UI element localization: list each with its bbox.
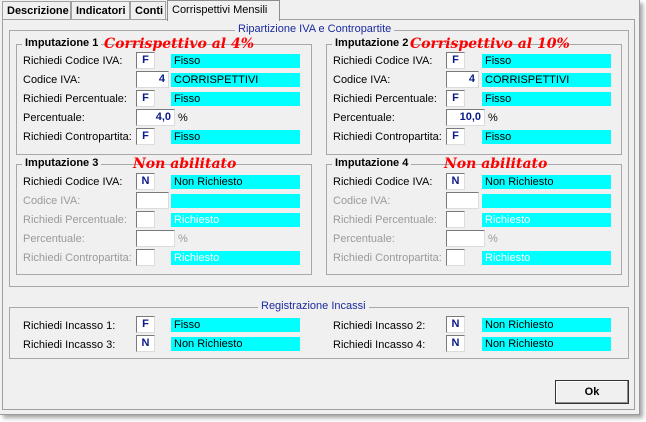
- imp4-richiedi-contro-flag[interactable]: [446, 249, 465, 266]
- imp3-richiedi-contro-flag[interactable]: [136, 249, 155, 266]
- imp4-codice-iva-desc: [482, 194, 611, 208]
- imputazione-4-note: Non abilitato: [444, 156, 548, 172]
- incasso-1-value: Fisso: [171, 318, 300, 332]
- imp3-percentuale-input[interactable]: [136, 230, 175, 247]
- imp2-richiedi-codice-value: Fisso: [482, 54, 611, 68]
- incasso-3-value: Non Richiesto: [171, 337, 300, 351]
- imp2-codice-iva-desc: CORRISPETTIVI: [482, 73, 611, 87]
- tab-descrizione[interactable]: Descrizione: [2, 1, 71, 19]
- imp1-richiedi-contro-flag[interactable]: F: [136, 128, 155, 145]
- imp1-richiedi-contro-value: Fisso: [171, 130, 300, 144]
- imp4-percentuale-label: Percentuale:: [333, 233, 395, 245]
- dialog-window: Descrizione Indicatori Conti Corrispetti…: [0, 0, 640, 415]
- imp2-codice-iva-input[interactable]: 4: [446, 71, 479, 88]
- imp2-percentuale-label: Percentuale:: [333, 112, 395, 124]
- imp1-richiedi-perc-flag[interactable]: F: [136, 90, 155, 107]
- imp2-richiedi-codice-label: Richiedi Codice IVA:: [333, 55, 433, 67]
- tab-indicatori[interactable]: Indicatori: [71, 1, 130, 19]
- imp3-percentuale-label: Percentuale:: [23, 233, 85, 245]
- imp4-richiedi-perc-flag[interactable]: [446, 211, 465, 228]
- imputazione-3-title: Imputazione 3: [22, 157, 102, 169]
- imp1-richiedi-contro-label: Richiedi Contropartita:: [23, 131, 132, 143]
- imp2-richiedi-contro-label: Richiedi Contropartita:: [333, 131, 442, 143]
- registrazione-title: Registrazione Incassi: [258, 300, 369, 312]
- imp1-richiedi-codice-flag[interactable]: F: [136, 52, 155, 69]
- imputazione-1-title: Imputazione 1: [22, 37, 102, 49]
- imputazione-2-title: Imputazione 2: [332, 37, 412, 49]
- imp4-richiedi-contro-value: Richiesto: [482, 251, 611, 265]
- imp4-codice-iva-input[interactable]: [446, 192, 479, 209]
- imp3-codice-iva-label: Codice IVA:: [23, 195, 81, 207]
- incasso-2-value: Non Richiesto: [482, 318, 611, 332]
- imp3-richiedi-perc-label: Richiedi Percentuale:: [23, 214, 127, 226]
- imp4-richiedi-codice-value: Non Richiesto: [482, 175, 611, 189]
- incasso-1-label: Richiedi Incasso 1:: [23, 320, 116, 332]
- incasso-3-label: Richiedi Incasso 3:: [23, 339, 116, 351]
- imp3-codice-iva-desc: [171, 194, 300, 208]
- imp4-richiedi-perc-value: Richiesto: [482, 213, 611, 227]
- imp2-richiedi-contro-value: Fisso: [482, 130, 611, 144]
- imp3-richiedi-codice-label: Richiedi Codice IVA:: [23, 176, 123, 188]
- imp1-richiedi-codice-label: Richiedi Codice IVA:: [23, 55, 123, 67]
- incasso-2-flag[interactable]: N: [446, 316, 465, 333]
- imp4-richiedi-perc-label: Richiedi Percentuale:: [333, 214, 437, 226]
- ripartizione-title: Ripartizione IVA e Contropartite: [235, 23, 395, 35]
- incasso-3-flag[interactable]: N: [136, 335, 155, 352]
- imp2-percentuale-input[interactable]: 10,0: [446, 109, 485, 126]
- imp1-codice-iva-desc: CORRISPETTIVI: [171, 73, 300, 87]
- imp3-codice-iva-input[interactable]: [136, 192, 169, 209]
- imputazione-3-note: Non abilitato: [133, 156, 237, 172]
- imp4-richiedi-codice-label: Richiedi Codice IVA:: [333, 176, 433, 188]
- imp1-codice-iva-label: Codice IVA:: [23, 74, 81, 86]
- imp3-richiedi-codice-flag[interactable]: N: [136, 173, 155, 190]
- imp1-richiedi-codice-value: Fisso: [171, 54, 300, 68]
- imp3-richiedi-contro-value: Richiesto: [171, 251, 300, 265]
- imp1-richiedi-perc-label: Richiedi Percentuale:: [23, 93, 127, 105]
- imp3-richiedi-perc-value: Richiesto: [171, 213, 300, 227]
- imp2-codice-iva-label: Codice IVA:: [333, 74, 391, 86]
- imp3-richiedi-contro-label: Richiedi Contropartita:: [23, 252, 132, 264]
- imputazione-4-title: Imputazione 4: [332, 157, 412, 169]
- imp2-percent-sign: %: [488, 112, 498, 124]
- incasso-4-label: Richiedi Incasso 4:: [333, 339, 426, 351]
- imp3-percent-sign: %: [178, 233, 188, 245]
- ok-button[interactable]: Ok: [555, 380, 629, 404]
- imp4-codice-iva-label: Codice IVA:: [333, 195, 391, 207]
- registrazione-group: Registrazione Incassi: [9, 300, 629, 359]
- imp2-richiedi-contro-flag[interactable]: F: [446, 128, 465, 145]
- imp2-richiedi-perc-value: Fisso: [482, 92, 611, 106]
- imp2-richiedi-codice-flag[interactable]: F: [446, 52, 465, 69]
- imp2-richiedi-perc-label: Richiedi Percentuale:: [333, 93, 437, 105]
- imp1-percentuale-input[interactable]: 4,0: [136, 109, 175, 126]
- imp1-percent-sign: %: [178, 112, 188, 124]
- incasso-2-label: Richiedi Incasso 2:: [333, 320, 426, 332]
- imp4-percentuale-input[interactable]: [446, 230, 485, 247]
- incasso-1-flag[interactable]: F: [136, 316, 155, 333]
- imp4-richiedi-codice-flag[interactable]: N: [446, 173, 465, 190]
- imp3-richiedi-codice-value: Non Richiesto: [171, 175, 300, 189]
- imputazione-2-note: Corrispettivo al 10%: [410, 36, 570, 52]
- tab-corrispettivi-mensili[interactable]: Corrispettivi Mensili: [167, 0, 280, 21]
- imp2-richiedi-perc-flag[interactable]: F: [446, 90, 465, 107]
- imp4-percent-sign: %: [488, 233, 498, 245]
- tab-conti[interactable]: Conti: [130, 1, 166, 19]
- incasso-4-value: Non Richiesto: [482, 337, 611, 351]
- incasso-4-flag[interactable]: N: [446, 335, 465, 352]
- imputazione-1-note: Corrispettivo al 4%: [104, 36, 255, 52]
- imp4-richiedi-contro-label: Richiedi Contropartita:: [333, 252, 442, 264]
- imp3-richiedi-perc-flag[interactable]: [136, 211, 155, 228]
- imp1-percentuale-label: Percentuale:: [23, 112, 85, 124]
- imp1-richiedi-perc-value: Fisso: [171, 92, 300, 106]
- imp1-codice-iva-input[interactable]: 4: [136, 71, 169, 88]
